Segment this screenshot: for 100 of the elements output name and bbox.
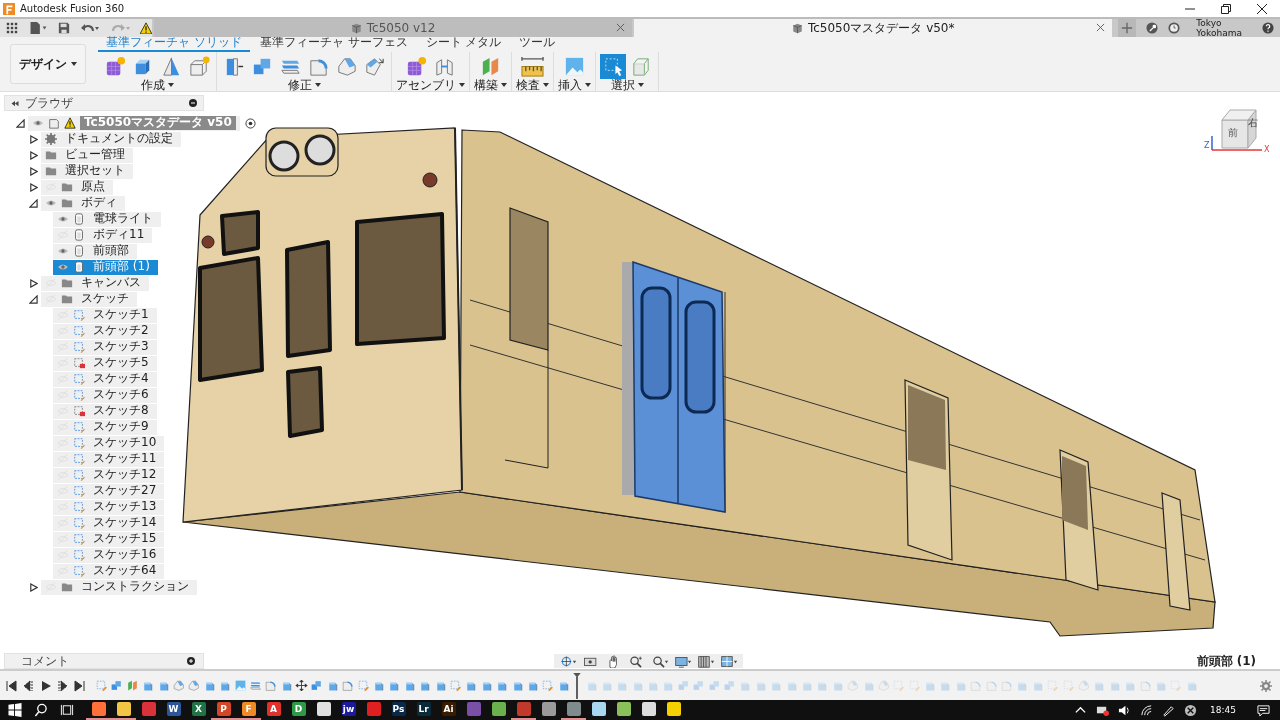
cube-face-label[interactable]: 前 <box>1228 128 1238 138</box>
expand-arrow-icon[interactable] <box>28 582 38 592</box>
taskbar-app[interactable]: W <box>161 700 186 720</box>
tree-item[interactable]: 電球ライト <box>53 211 161 227</box>
close-icon[interactable] <box>1257 3 1267 14</box>
tree-item[interactable]: ドキュメントの設定 <box>41 131 181 147</box>
expand-arrow-icon[interactable] <box>28 182 38 192</box>
restore-icon[interactable] <box>1221 3 1231 14</box>
group-menu[interactable]: 選択 <box>610 78 644 92</box>
wifi-icon[interactable] <box>1140 703 1154 717</box>
tree-item[interactable]: スケッチ6 <box>53 387 157 403</box>
tree-item[interactable]: スケッチ3 <box>53 339 157 355</box>
tree-item[interactable]: キャンバス <box>41 275 149 291</box>
pin-icon[interactable] <box>189 99 197 107</box>
tree-item[interactable]: 原点 <box>41 179 113 195</box>
tree-item[interactable]: スケッチ2 <box>53 323 157 339</box>
tree-item[interactable]: スケッチ <box>41 291 137 307</box>
task-view-icon[interactable] <box>60 703 74 717</box>
workspace-dropdown[interactable]: デザイン <box>10 44 86 84</box>
group-menu[interactable]: 修正 <box>287 78 321 92</box>
warning-icon[interactable] <box>140 22 152 34</box>
user-name[interactable]: Tokyo Yokohama <box>1196 18 1242 38</box>
tree-item[interactable]: スケッチ11 <box>53 451 165 467</box>
new-tab-icon[interactable] <box>1118 19 1137 37</box>
ribbon-tab[interactable]: シート メタル <box>417 36 510 52</box>
settings-icon[interactable] <box>1260 679 1272 692</box>
tree-item[interactable]: ビュー管理 <box>41 147 133 163</box>
expand-arrow-icon[interactable] <box>28 134 38 144</box>
taskbar-app[interactable]: D <box>286 700 311 720</box>
group-menu[interactable]: 作成 <box>140 78 174 92</box>
eye-icon[interactable] <box>32 118 44 128</box>
eye-icon[interactable] <box>57 246 69 256</box>
clock[interactable]: 18:45 <box>1210 705 1236 715</box>
windows-start-icon[interactable] <box>8 703 22 717</box>
tree-item[interactable]: スケッチ15 <box>53 531 165 547</box>
tree-item[interactable]: スケッチ4 <box>53 371 157 387</box>
group-menu[interactable]: 構築 <box>474 78 507 92</box>
tree-item[interactable]: スケッチ13 <box>53 499 165 515</box>
tree-item[interactable]: スケッチ12 <box>53 467 165 483</box>
display-settings-icon[interactable] <box>673 654 693 668</box>
tree-item[interactable]: スケッチ5 <box>53 355 157 371</box>
file-menu-icon[interactable] <box>28 21 48 35</box>
group-menu[interactable]: 挿入 <box>558 78 591 92</box>
pen-icon[interactable] <box>1162 703 1176 717</box>
tree-item[interactable]: スケッチ8 <box>53 403 157 419</box>
clock-icon[interactable] <box>1168 22 1181 34</box>
notifications-icon[interactable] <box>1257 703 1270 717</box>
eye-icon[interactable] <box>57 214 69 224</box>
viewports-icon[interactable] <box>719 654 739 668</box>
expand-arrow-icon[interactable] <box>28 150 38 160</box>
eye-icon[interactable] <box>45 198 57 208</box>
activate-radio-icon[interactable] <box>244 117 256 129</box>
group-menu[interactable]: アセンブリ <box>396 78 465 92</box>
tree-item[interactable]: スケッチ27 <box>53 483 165 499</box>
skip-end-icon[interactable] <box>74 679 85 692</box>
tree-item[interactable]: スケッチ64 <box>53 563 165 579</box>
taskbar-app[interactable] <box>86 700 111 720</box>
apps-grid-icon[interactable] <box>6 22 18 34</box>
tree-item[interactable]: スケッチ9 <box>53 419 157 435</box>
grid-settings-icon[interactable] <box>696 654 716 668</box>
collapse-arrow-icon[interactable] <box>16 118 25 128</box>
timeline-marker[interactable] <box>572 671 583 700</box>
expand-arrow-icon[interactable] <box>28 278 38 288</box>
tree-item[interactable]: 前頭部 (1) <box>53 259 158 275</box>
wrench-icon[interactable] <box>1146 22 1159 34</box>
taskbar-app[interactable]: jw <box>336 700 361 720</box>
taskbar-app[interactable]: A <box>261 700 286 720</box>
taskbar-app[interactable] <box>561 700 586 720</box>
tree-item[interactable]: スケッチ1 <box>53 307 157 323</box>
taskbar-app[interactable]: X <box>186 700 211 720</box>
close-circle-icon[interactable] <box>1184 703 1198 717</box>
taskbar-app[interactable] <box>111 700 136 720</box>
collapse-icon[interactable] <box>11 99 19 107</box>
document-tab[interactable]: Tc5050 v12 <box>154 19 633 37</box>
play-icon[interactable] <box>40 679 51 692</box>
tool-button[interactable] <box>600 53 626 79</box>
tree-item[interactable]: スケッチ16 <box>53 547 165 563</box>
tree-item[interactable]: コンストラクション <box>41 579 197 595</box>
tree-item[interactable]: スケッチ14 <box>53 515 165 531</box>
taskbar-app[interactable]: P <box>211 700 236 720</box>
save-icon[interactable] <box>58 22 70 34</box>
tree-item[interactable]: 選択セット <box>41 163 133 179</box>
add-comment-icon[interactable] <box>187 657 195 665</box>
step-back-icon[interactable] <box>23 679 34 692</box>
taskbar-app[interactable] <box>511 700 536 720</box>
step-forward-icon[interactable] <box>57 679 68 692</box>
collapse-arrow-icon[interactable] <box>28 294 38 304</box>
taskbar-app[interactable]: Ps <box>386 700 411 720</box>
taskbar-app[interactable]: Lr <box>411 700 436 720</box>
zoom-window-icon[interactable] <box>650 654 670 668</box>
tree-item[interactable]: 前頭部 <box>53 243 137 259</box>
help-icon[interactable] <box>1262 22 1274 34</box>
tree-item[interactable]: スケッチ10 <box>53 435 165 451</box>
taskbar-app[interactable]: Ai <box>436 700 461 720</box>
document-tab[interactable]: Tc5050マスタデータ v50* <box>634 19 1113 37</box>
collapse-arrow-icon[interactable] <box>28 198 38 208</box>
search-icon[interactable] <box>34 703 48 717</box>
timeline-feature[interactable] <box>295 679 309 692</box>
ribbon-tab[interactable]: 基準フィーチャ サーフェス <box>251 36 416 52</box>
tree-item[interactable]: ボディ11 <box>53 227 153 243</box>
